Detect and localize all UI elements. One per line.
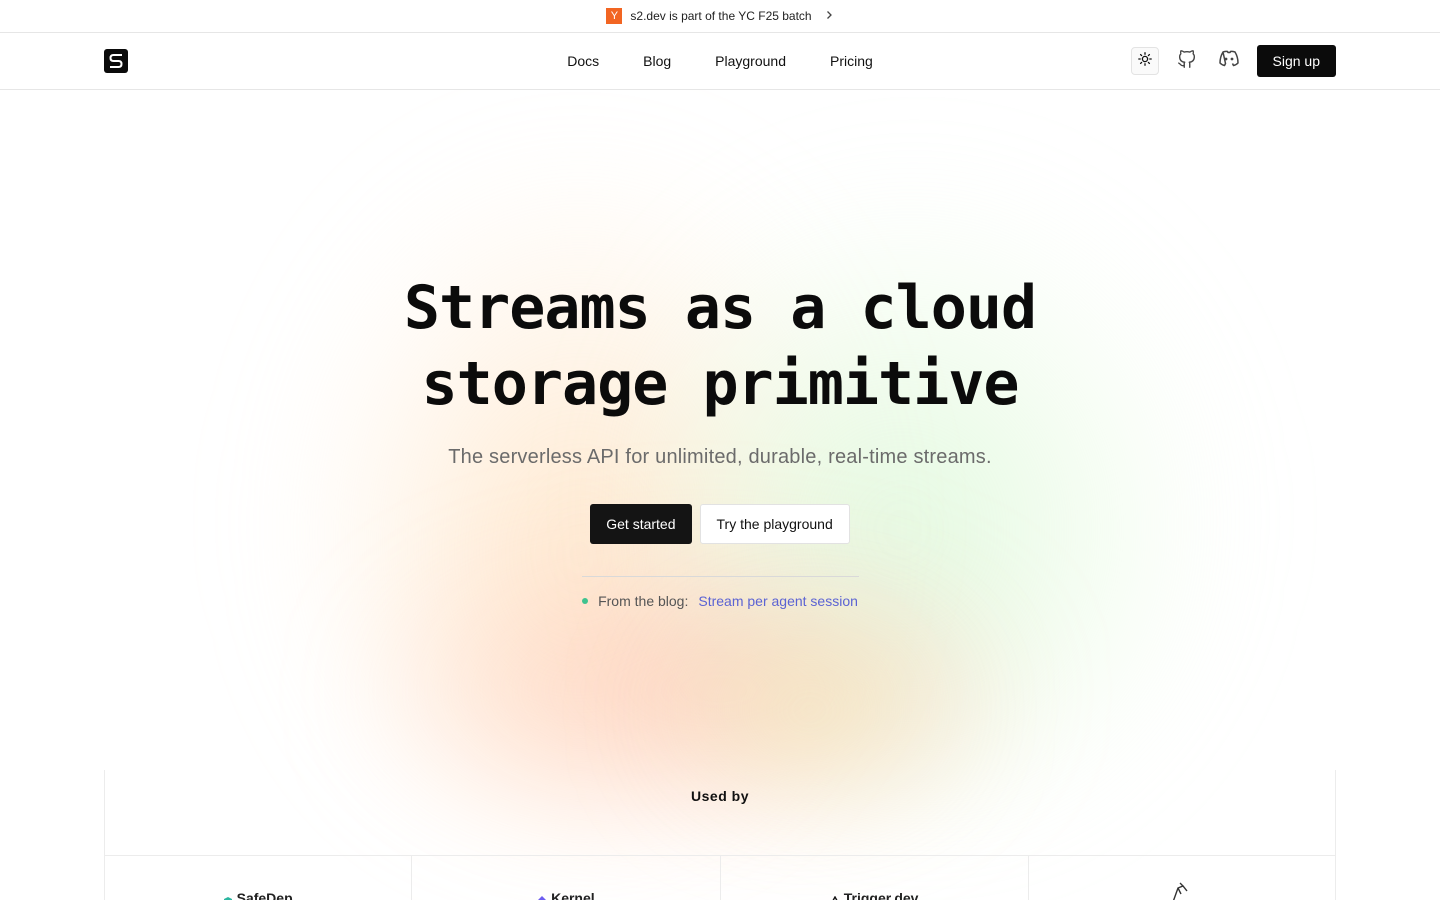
yc-logo-icon: Y (606, 8, 623, 24)
blog-post-link[interactable]: Stream per agent session (698, 593, 858, 609)
blog-prefix: From the blog: (598, 593, 689, 609)
used-by-label: Used by (691, 788, 749, 804)
kernel-logo-icon (537, 893, 547, 900)
robot-logo-icon (1169, 882, 1191, 900)
nav-link-docs[interactable]: Docs (545, 53, 621, 69)
nav-actions: Sign up (1130, 45, 1336, 77)
hero-divider (582, 576, 859, 577)
get-started-button[interactable]: Get started (590, 504, 692, 544)
discord-link[interactable] (1215, 47, 1243, 75)
announcement-text[interactable]: s2.dev is part of the YC F25 batch (630, 9, 811, 23)
github-icon (1176, 48, 1198, 75)
hero-subtitle: The serverless API for unlimited, durabl… (448, 446, 992, 468)
hero-title: Streams as a cloud storage primitive (0, 270, 1440, 422)
sign-up-button[interactable]: Sign up (1256, 45, 1336, 77)
hero-title-line-2: storage primitive (421, 349, 1019, 419)
nav-link-pricing[interactable]: Pricing (808, 53, 895, 69)
try-playground-button[interactable]: Try the playground (699, 504, 850, 544)
nav-link-blog[interactable]: Blog (621, 53, 693, 69)
safedep-logo-icon (223, 893, 233, 900)
customer-logo-row: SafeDep Kernel Trigger.dev (104, 855, 1336, 900)
customer-logo-safedep: SafeDep (104, 856, 413, 900)
hero-title-line-1: Streams as a cloud (403, 273, 1037, 343)
sun-icon (1137, 51, 1152, 71)
announcement-bar[interactable]: Y s2.dev is part of the YC F25 batch (0, 0, 1440, 33)
trigger-logo-icon (830, 893, 840, 900)
theme-toggle-button[interactable] (1130, 47, 1159, 75)
blog-callout: From the blog: Stream per agent session (0, 593, 1440, 609)
customer-logo-text: Trigger.dev (843, 890, 919, 900)
github-link[interactable] (1173, 47, 1201, 75)
chevron-right-icon (824, 9, 834, 23)
customer-logo-text: Kernel (551, 890, 595, 900)
customer-logo-kernel: Kernel (412, 856, 721, 900)
discord-icon (1217, 49, 1241, 74)
customer-logo-trigger: Trigger.dev (721, 856, 1029, 900)
s2-logo-icon[interactable] (104, 49, 128, 73)
nav-link-playground[interactable]: Playground (693, 53, 808, 69)
hero-glow-orange (300, 170, 860, 810)
status-dot-icon (582, 598, 589, 604)
customer-logo-fourth (1029, 856, 1336, 900)
hero-cta-row: Get started Try the playground (0, 504, 1440, 544)
top-nav: Docs Blog Playground Pricing Sign up (0, 33, 1440, 90)
customer-logo-text: SafeDep (236, 890, 293, 900)
